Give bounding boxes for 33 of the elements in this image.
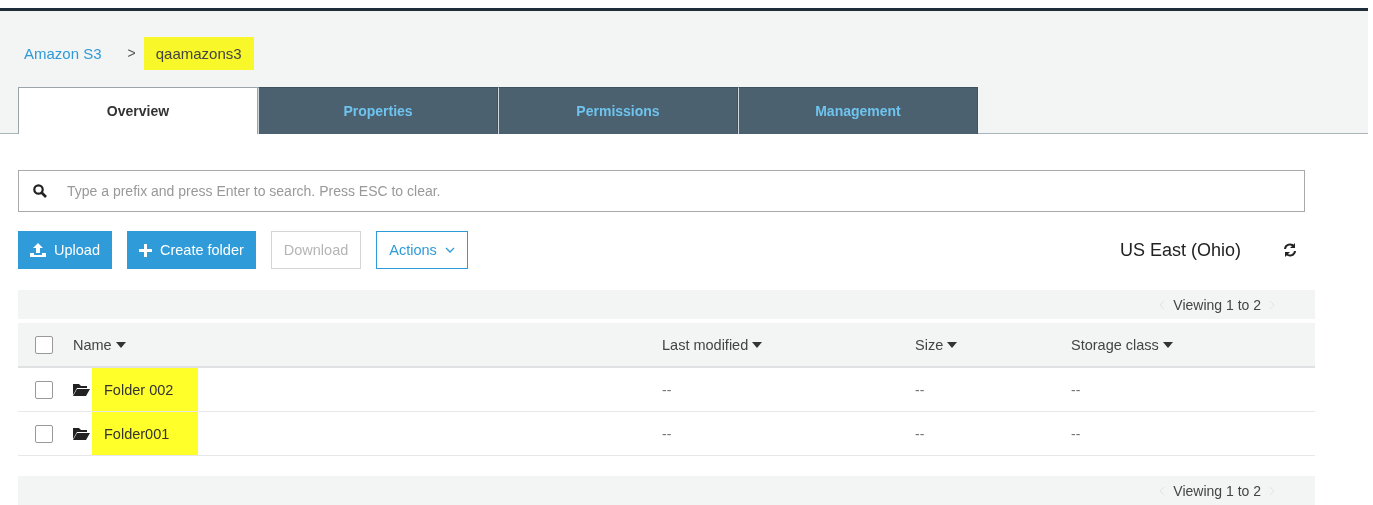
column-header[interactable]: Name [73,336,126,353]
search-field[interactable]: Type a prefix and press Enter to search. Press ESC to clear. [18,170,1305,212]
select-all-checkbox[interactable] [35,335,53,354]
table-cell: -- [662,381,672,398]
folder-name-link[interactable]: Folder001 [92,412,198,455]
sort-caret-icon [752,341,763,348]
region-label: US East (Ohio) [1119,239,1241,261]
table-cell: -- [915,381,925,398]
table-cell: -- [1071,381,1081,398]
breadcrumb-separator: > [127,45,136,61]
folder-icon [73,427,90,440]
breadcrumb-link[interactable]: qaamazons3 [143,36,254,70]
tab[interactable]: Overview [18,87,258,134]
search-icon [33,184,47,198]
sort-caret-icon [947,341,958,348]
upload-icon [30,243,46,257]
chevron-down-icon [444,247,455,253]
sort-caret-icon [1162,341,1173,348]
table-cell: -- [1071,425,1081,442]
refresh-icon[interactable] [1283,243,1297,257]
pagination-text: Viewing 1 to 2 [1173,296,1261,313]
plus-icon [138,243,152,257]
column-header[interactable]: Last modified [662,336,763,353]
table-cell: -- [662,425,672,442]
column-header[interactable]: Size [915,336,958,353]
row-checkbox[interactable] [35,424,53,443]
sort-caret-icon [115,341,126,348]
folder-icon [73,383,90,396]
table-cell: -- [915,425,925,442]
column-header[interactable]: Storage class [1071,336,1173,353]
row-checkbox[interactable] [35,380,53,399]
folder-name-link[interactable]: Folder 002 [92,368,198,411]
pagination-text: Viewing 1 to 2 [1173,482,1261,499]
